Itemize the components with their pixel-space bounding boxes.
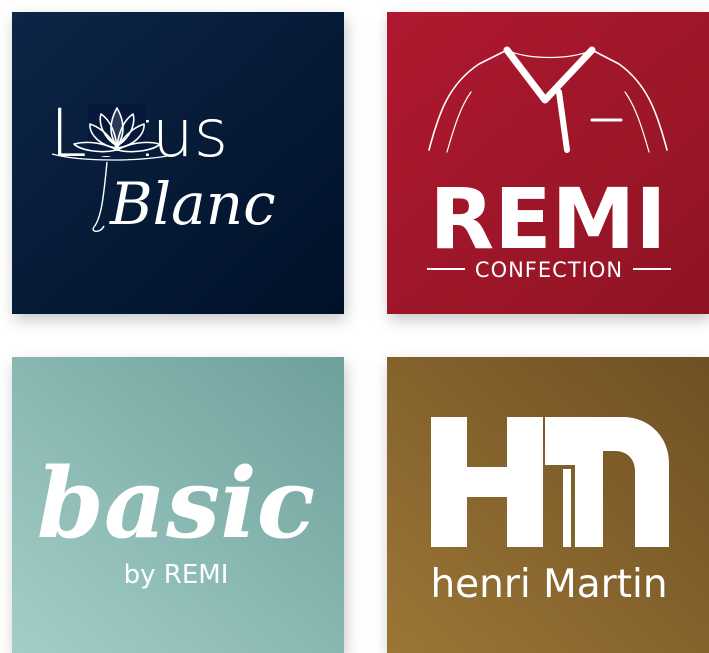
lotus-script-wordmark: Blanc [109,170,276,238]
remi-wordmark: REMI [430,170,667,268]
brand-tile-basic-by-remi[interactable]: basic by REMI [12,357,344,653]
remi-confection-logo: REMI CONFECTION [387,12,709,314]
henri-martin-wordmark: henri Martin [430,562,667,607]
lotus-blanc-logo: Lotus Blanc [12,12,344,314]
basic-by-remi-logo: basic by REMI [12,357,344,653]
brand-tile-remi-confection[interactable]: REMI CONFECTION [387,12,709,314]
basic-subtitle: by REMI [124,560,229,590]
brand-tile-lotus-blanc[interactable]: Lotus Blanc [12,12,344,314]
remi-subtitle: CONFECTION [475,258,623,282]
basic-wordmark: basic [37,447,315,560]
henri-martin-logo: henri Martin [387,357,709,653]
brand-tile-henri-martin[interactable]: henri Martin [387,357,709,653]
